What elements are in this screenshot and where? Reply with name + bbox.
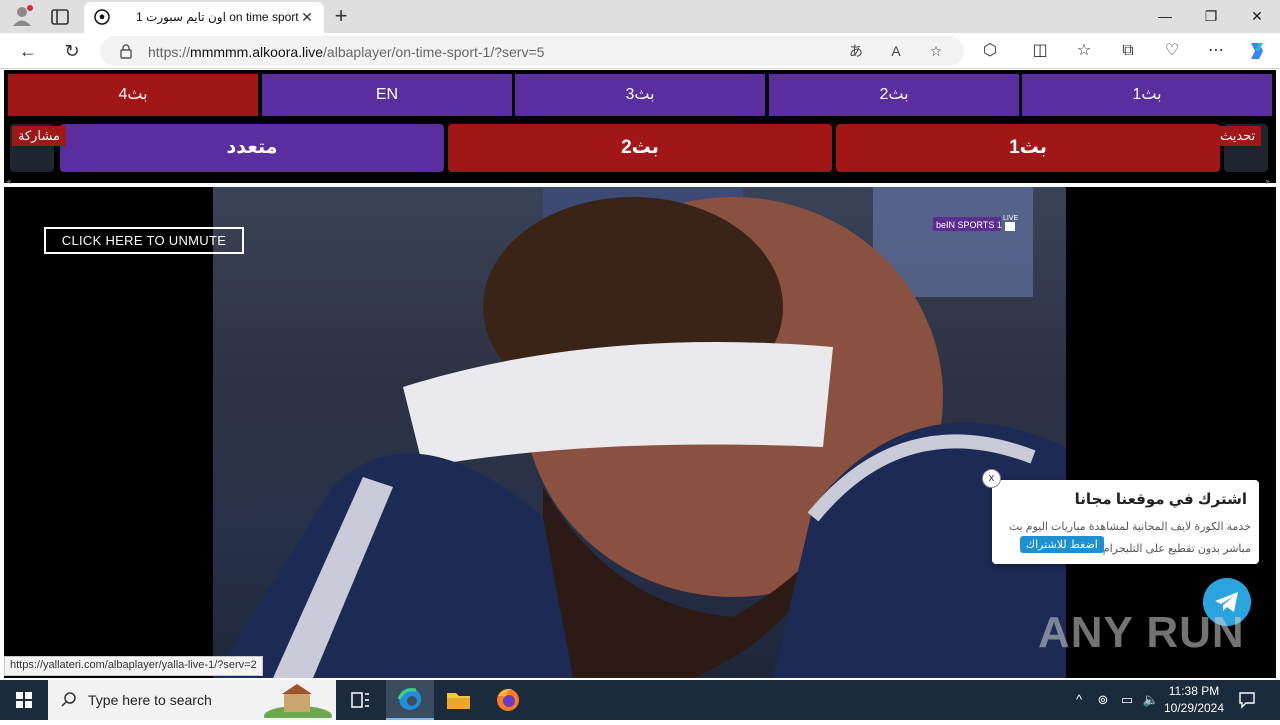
extensions-icon[interactable]: ⬡ (978, 39, 1002, 63)
basketball-player-image (213, 187, 1066, 678)
firefox-icon[interactable] (484, 680, 532, 720)
active-tab[interactable]: اون تايم سبورت 1 on time sport ✕ (84, 2, 324, 33)
svg-text:LIVE: LIVE (1003, 215, 1019, 222)
tab-strip: اون تايم سبورت 1 on time sport ✕ + — ❐ ✕ (0, 0, 1280, 33)
soccer-ball-icon (94, 9, 110, 25)
new-tab-icon[interactable]: + (330, 5, 352, 27)
video-player[interactable]: beIN SPORTS 1 LIVE CLICK HERE TO UNMUTE (4, 187, 1276, 678)
browser-essentials-icon[interactable]: ♡ (1160, 39, 1184, 63)
refresh-label[interactable]: تحديث (1214, 126, 1262, 146)
svg-text:beIN SPORTS 1: beIN SPORTS 1 (936, 220, 1002, 230)
copilot-icon[interactable] (1245, 39, 1269, 63)
clock-time: 11:38 PM (1168, 684, 1220, 698)
search-placeholder: Type here to search (88, 692, 212, 708)
more-menu-icon[interactable]: ⋯ (1204, 39, 1228, 63)
scroll-left-icon[interactable]: ◂ (6, 176, 11, 187)
collections-icon[interactable]: ⧉ (1116, 39, 1140, 63)
profile-icon[interactable] (10, 5, 34, 27)
network-icon[interactable]: ▭ (1118, 691, 1136, 709)
close-tab-icon[interactable]: ✕ (298, 8, 316, 26)
scroll-right-icon[interactable]: ▸ (1266, 176, 1271, 187)
favorites-icon[interactable]: ☆ (1072, 39, 1096, 63)
unmute-button[interactable]: CLICK HERE TO UNMUTE (44, 227, 244, 254)
subscribe-button[interactable]: اضغط للاشتراك (1020, 536, 1104, 553)
show-hidden-icons-icon[interactable]: ^ (1070, 691, 1088, 709)
restore-icon[interactable]: ❐ (1188, 0, 1234, 32)
tab-actions-icon[interactable] (48, 6, 72, 28)
server-button-3[interactable]: بث3 (515, 74, 765, 116)
tab-title: اون تايم سبورت 1 on time sport (136, 10, 299, 24)
taskbar: Type here to search ^ ⊚ ▭ 🔈 11:38 PM 10/… (0, 680, 1280, 720)
server-button-4[interactable]: بث4 (8, 74, 258, 116)
status-bar-url: https://yallateri.com/albaplayer/yalla-l… (4, 656, 263, 676)
taskbar-search[interactable]: Type here to search (48, 680, 336, 720)
minimize-icon[interactable]: — (1142, 0, 1188, 32)
file-explorer-icon[interactable] (434, 680, 482, 720)
server-button-2[interactable]: بث2 (769, 74, 1019, 116)
watermark-logo: ANY RUN (1038, 608, 1245, 657)
edge-taskbar-icon[interactable] (386, 680, 434, 720)
split-screen-icon[interactable]: ◫ (1028, 39, 1052, 63)
popup-close-icon[interactable]: x (982, 469, 1001, 488)
refresh-icon[interactable]: ↻ (60, 39, 84, 63)
search-icon (61, 692, 76, 707)
channel-logo: beIN SPORTS 1 LIVE (933, 215, 1019, 231)
translate-icon[interactable]: あ (846, 41, 866, 61)
clock-date: 10/29/2024 (1163, 701, 1225, 715)
system-clock[interactable]: 11:38 PM 10/29/2024 (1160, 683, 1228, 717)
server-button-hd-1[interactable]: بث1 (836, 124, 1220, 172)
web-page: بث4 EN بث3 بث2 بث1 متعدد بث2 بث1 مشاركة … (0, 70, 1280, 678)
popup-title: اشترك في موقعنا مجانا (1074, 491, 1247, 508)
read-aloud-icon[interactable]: A (886, 41, 906, 61)
volume-icon[interactable]: 🔈 (1142, 691, 1160, 709)
address-toolbar: ← ↻ https://mmmmm.alkoora.live/albaplaye… (0, 33, 1280, 69)
video-frame[interactable]: beIN SPORTS 1 LIVE (213, 187, 1066, 678)
task-view-icon[interactable] (336, 680, 384, 720)
url-text[interactable]: https://mmmmm.alkoora.live/albaplayer/on… (148, 44, 544, 60)
notification-icon[interactable] (1238, 691, 1256, 709)
server-button-hd-2[interactable]: بث2 (448, 124, 832, 172)
lock-icon[interactable] (118, 43, 134, 59)
windows-start-icon[interactable] (0, 680, 48, 720)
favorite-star-icon[interactable]: ☆ (926, 41, 946, 61)
server-button-1[interactable]: بث1 (1022, 74, 1272, 116)
back-icon[interactable]: ← (16, 39, 40, 63)
server-panel: بث4 EN بث3 بث2 بث1 متعدد بث2 بث1 مشاركة … (4, 70, 1276, 183)
search-highlight-image (264, 684, 332, 718)
server-button-en[interactable]: EN (262, 74, 512, 116)
network-alert-icon[interactable]: ⊚ (1094, 691, 1112, 709)
close-window-icon[interactable]: ✕ (1234, 0, 1280, 32)
subscribe-popup: اشترك في موقعنا مجانا خدمة الكورة لايف ا… (992, 480, 1259, 564)
share-label[interactable]: مشاركة (12, 126, 66, 146)
url-bar[interactable]: https://mmmmm.alkoora.live/albaplayer/on… (100, 36, 964, 66)
server-button-multi[interactable]: متعدد (60, 124, 444, 172)
